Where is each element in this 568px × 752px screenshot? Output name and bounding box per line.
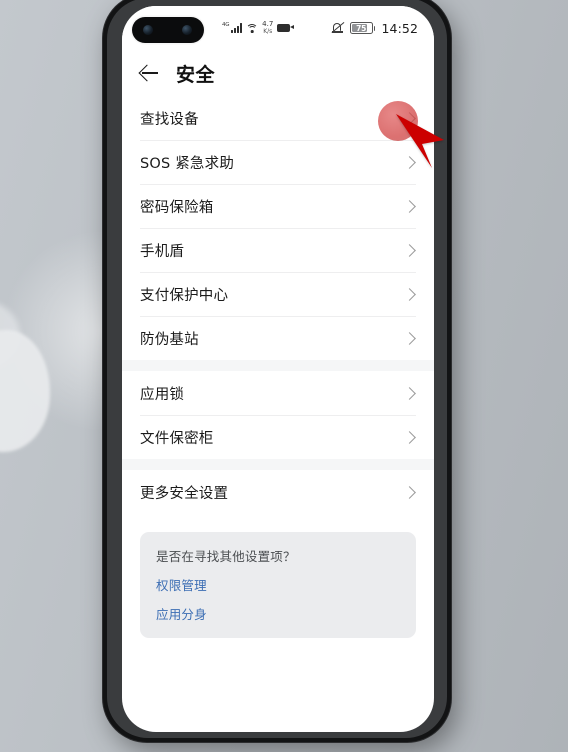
suggestion-question: 是否在寻找其他设置项？	[156, 549, 296, 564]
battery-icon: 75	[349, 22, 376, 34]
list-item-payment-protection[interactable]: 支付保护中心	[140, 272, 416, 316]
chevron-right-icon	[403, 430, 416, 444]
data-rate-indicator: 4.7 K/s	[262, 21, 273, 35]
page-title: 安全	[176, 63, 216, 86]
settings-list: 查找设备 SOS 紧急求助 密码保险箱 手机盾 支付保护中心 防伪基站 应用锁 …	[122, 96, 434, 638]
front-camera-lens-left	[143, 25, 153, 35]
list-item-label: 文件保密柜	[140, 430, 214, 447]
signal-bars-icon: 4G	[222, 21, 243, 34]
list-item-label: 应用锁	[140, 386, 185, 403]
screen-recording-icon	[277, 23, 295, 33]
list-item-file-safe[interactable]: 文件保密柜	[140, 415, 416, 459]
wifi-icon	[246, 23, 259, 33]
data-rate-unit: K/s	[263, 27, 273, 35]
list-item-label: 支付保护中心	[140, 287, 229, 304]
list-item-phone-shield[interactable]: 手机盾	[140, 228, 416, 272]
chevron-right-icon	[403, 199, 416, 213]
phone-device-frame: 4G 4.7 K/s 75 14:52 安全 查找设备 SOS 紧急求助 密码保…	[103, 0, 451, 742]
app-bar: 安全	[122, 50, 434, 96]
status-bar-left-icons: 4G 4.7 K/s	[222, 21, 295, 35]
battery-percent-label: 75	[356, 23, 367, 33]
list-item-label: SOS 紧急求助	[140, 155, 235, 172]
list-item-label: 查找设备	[140, 111, 199, 128]
chevron-right-icon	[403, 155, 416, 169]
status-bar: 4G 4.7 K/s 75 14:52	[122, 6, 434, 50]
suggestion-link-app-twin[interactable]: 应用分身	[156, 604, 400, 623]
punch-hole-camera-cutout	[132, 17, 204, 43]
chevron-right-icon	[403, 287, 416, 301]
mute-icon	[331, 21, 345, 35]
list-item-password-vault[interactable]: 密码保险箱	[140, 184, 416, 228]
chevron-right-icon	[403, 111, 416, 125]
section-divider	[122, 459, 434, 470]
suggestion-card: 是否在寻找其他设置项？ 权限管理 应用分身	[140, 532, 416, 638]
list-item-sos-emergency[interactable]: SOS 紧急求助	[140, 140, 416, 184]
list-item-app-lock[interactable]: 应用锁	[140, 371, 416, 415]
phone-screen: 4G 4.7 K/s 75 14:52 安全 查找设备 SOS 紧急求助 密码保…	[122, 6, 434, 732]
back-arrow-icon[interactable]	[138, 62, 160, 84]
settings-group-2: 应用锁 文件保密柜	[122, 371, 434, 459]
chevron-right-icon	[403, 243, 416, 257]
list-item-label: 手机盾	[140, 243, 185, 260]
list-item-find-device[interactable]: 查找设备	[140, 96, 416, 140]
suggestion-link-permissions[interactable]: 权限管理	[156, 575, 400, 594]
signal-strength-bars	[231, 23, 243, 34]
list-item-label: 防伪基站	[140, 331, 199, 348]
chevron-right-icon	[403, 485, 416, 499]
settings-group-3: 更多安全设置	[122, 470, 434, 514]
list-item-more-security-settings[interactable]: 更多安全设置	[140, 470, 416, 514]
list-item-label: 更多安全设置	[140, 485, 229, 502]
status-bar-right-icons: 75 14:52	[331, 21, 418, 36]
list-item-fake-base-station[interactable]: 防伪基站	[140, 316, 416, 360]
front-camera-lens-right	[182, 25, 192, 35]
section-divider	[122, 360, 434, 371]
background-blob-primary	[0, 330, 50, 452]
settings-group-1: 查找设备 SOS 紧急求助 密码保险箱 手机盾 支付保护中心 防伪基站	[122, 96, 434, 360]
chevron-right-icon	[403, 386, 416, 400]
suggestion-card-wrapper: 是否在寻找其他设置项？ 权限管理 应用分身	[122, 514, 434, 638]
network-type-label: 4G	[222, 21, 230, 28]
list-item-label: 密码保险箱	[140, 199, 214, 216]
chevron-right-icon	[403, 331, 416, 345]
status-bar-clock: 14:52	[381, 20, 418, 36]
